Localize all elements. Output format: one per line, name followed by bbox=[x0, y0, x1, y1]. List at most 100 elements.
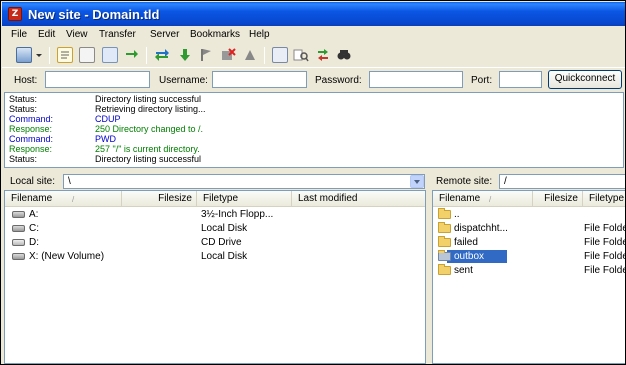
remote-row-selected[interactable]: outbox File Folde bbox=[433, 250, 625, 263]
menu-bookmarks[interactable]: Bookmarks bbox=[190, 29, 240, 40]
log-message: PWD bbox=[95, 134, 116, 144]
remote-col-filesize[interactable]: Filesize bbox=[533, 191, 583, 207]
menu-view[interactable]: View bbox=[66, 29, 88, 40]
username-label: Username: bbox=[159, 75, 208, 86]
log-type: Command: bbox=[9, 114, 54, 124]
password-input[interactable] bbox=[369, 71, 463, 88]
host-input[interactable] bbox=[45, 71, 150, 88]
hard-disk-icon bbox=[12, 253, 25, 260]
log-message: Retrieving directory listing... bbox=[95, 104, 206, 114]
remote-row-filename: outbox bbox=[454, 251, 485, 262]
remote-file-list[interactable]: Filename / Filesize Filetype .. dispatch… bbox=[432, 190, 626, 364]
remote-col-filetype[interactable]: Filetype bbox=[583, 191, 625, 207]
toolbar-separator bbox=[146, 47, 147, 64]
local-row-filename: X: (New Volume) bbox=[29, 251, 105, 262]
dropdown-arrow-icon[interactable] bbox=[35, 47, 43, 63]
local-col-filesize[interactable]: Filesize bbox=[122, 191, 197, 207]
remote-col-filetype-label: Filetype bbox=[589, 193, 625, 204]
title-bar: Z New site - Domain.tld bbox=[2, 2, 625, 26]
local-path-input[interactable]: \ bbox=[63, 174, 425, 189]
local-col-filesize-label: Filesize bbox=[158, 193, 192, 204]
local-col-filename[interactable]: Filename / bbox=[5, 191, 122, 207]
local-row-filetype: 3½-Inch Flopp... bbox=[201, 209, 274, 220]
local-row-filetype: Local Disk bbox=[201, 251, 248, 262]
process-queue-icon[interactable] bbox=[177, 47, 193, 63]
filter-icon[interactable] bbox=[272, 47, 288, 63]
app-window: Z New site - Domain.tld File Edit View T… bbox=[0, 0, 626, 365]
local-col-modified-label: Last modified bbox=[298, 193, 358, 204]
local-row[interactable]: C: Local Disk bbox=[5, 222, 425, 235]
local-path-value: \ bbox=[68, 176, 71, 187]
local-col-filetype[interactable]: Filetype bbox=[197, 191, 292, 207]
local-row-filetype: Local Disk bbox=[201, 223, 248, 234]
port-input[interactable] bbox=[499, 71, 542, 88]
remote-path-input[interactable]: / bbox=[499, 174, 625, 189]
remote-path-value: / bbox=[504, 176, 507, 187]
folder-icon bbox=[438, 236, 451, 247]
cancel-icon[interactable] bbox=[198, 47, 214, 63]
quickconnect-bar: Host: Username: Password: Port: Quickcon… bbox=[2, 67, 625, 91]
log-type: Status: bbox=[9, 104, 38, 114]
remote-row[interactable]: failed File Folde bbox=[433, 236, 625, 249]
remote-row-filename: sent bbox=[454, 265, 473, 276]
log-type: Response: bbox=[9, 124, 53, 134]
remote-row-filetype: File Folde bbox=[584, 223, 626, 234]
remote-row-filename: .. bbox=[454, 209, 460, 220]
log-message: Directory listing successful bbox=[95, 94, 202, 104]
quickconnect-button[interactable]: Quickconnect bbox=[548, 70, 622, 89]
folder-icon bbox=[438, 222, 451, 233]
window-title: New site - Domain.tld bbox=[28, 7, 160, 22]
remote-row-filetype: File Folde bbox=[584, 265, 626, 276]
local-col-filename-label: Filename bbox=[11, 193, 53, 204]
reconnect-icon[interactable] bbox=[242, 47, 258, 63]
menu-server[interactable]: Server bbox=[150, 29, 179, 40]
local-col-modified[interactable]: Last modified bbox=[292, 191, 425, 207]
remote-row[interactable]: .. bbox=[433, 208, 625, 221]
sync-browse-icon[interactable] bbox=[315, 47, 331, 63]
log-type: Status: bbox=[9, 94, 38, 104]
menu-file[interactable]: File bbox=[11, 29, 27, 40]
menu-bar: File Edit View Transfer Server Bookmarks… bbox=[2, 26, 625, 43]
local-row-filetype: CD Drive bbox=[201, 237, 242, 248]
sort-ascending-icon: / bbox=[72, 195, 75, 204]
username-input[interactable] bbox=[212, 71, 307, 88]
toggle-log-icon[interactable] bbox=[57, 47, 73, 63]
log-message: CDUP bbox=[95, 114, 121, 124]
filezilla-icon: Z bbox=[8, 7, 22, 21]
search-icon[interactable] bbox=[336, 47, 352, 63]
menu-edit[interactable]: Edit bbox=[38, 29, 55, 40]
compare-icon[interactable] bbox=[293, 47, 309, 63]
menu-transfer[interactable]: Transfer bbox=[99, 29, 136, 40]
remote-row[interactable]: dispatchht... File Folde bbox=[433, 222, 626, 235]
remote-row[interactable]: sent File Folde bbox=[433, 264, 626, 277]
folder-icon bbox=[438, 208, 451, 219]
local-row[interactable]: D: CD Drive bbox=[5, 236, 425, 249]
toggle-remote-tree-icon[interactable] bbox=[102, 47, 118, 63]
site-manager-icon[interactable] bbox=[16, 47, 32, 63]
toggle-queue-icon[interactable] bbox=[124, 47, 140, 63]
log-message: 250 Directory changed to /. bbox=[95, 124, 204, 134]
remote-row-filename: failed bbox=[454, 237, 478, 248]
password-label: Password: bbox=[315, 75, 362, 86]
local-row-filename: D: bbox=[29, 237, 39, 248]
local-site-label: Local site: bbox=[10, 176, 56, 187]
toggle-local-tree-icon[interactable] bbox=[79, 47, 95, 63]
local-row[interactable]: X: (New Volume) Local Disk bbox=[5, 250, 425, 263]
disconnect-icon[interactable] bbox=[220, 47, 236, 63]
local-path-dropdown-icon[interactable] bbox=[410, 175, 424, 188]
local-col-filetype-label: Filetype bbox=[203, 193, 239, 204]
floppy-drive-icon bbox=[12, 211, 25, 218]
message-log[interactable]: Status: Directory listing successful Sta… bbox=[4, 92, 624, 168]
log-type: Response: bbox=[9, 144, 53, 154]
refresh-icon[interactable] bbox=[154, 47, 170, 63]
log-message: Directory listing successful bbox=[95, 154, 202, 164]
local-row[interactable]: A: 3½-Inch Flopp... bbox=[5, 208, 425, 221]
folder-icon bbox=[438, 250, 451, 261]
remote-col-filename[interactable]: Filename / bbox=[433, 191, 533, 207]
host-label: Host: bbox=[14, 75, 38, 86]
folder-icon bbox=[438, 264, 451, 275]
menu-help[interactable]: Help bbox=[249, 29, 270, 40]
local-file-list[interactable]: Filename / Filesize Filetype Last modifi… bbox=[4, 190, 426, 364]
remote-col-filename-label: Filename bbox=[439, 193, 481, 204]
remote-row-filename: dispatchht... bbox=[454, 223, 508, 234]
